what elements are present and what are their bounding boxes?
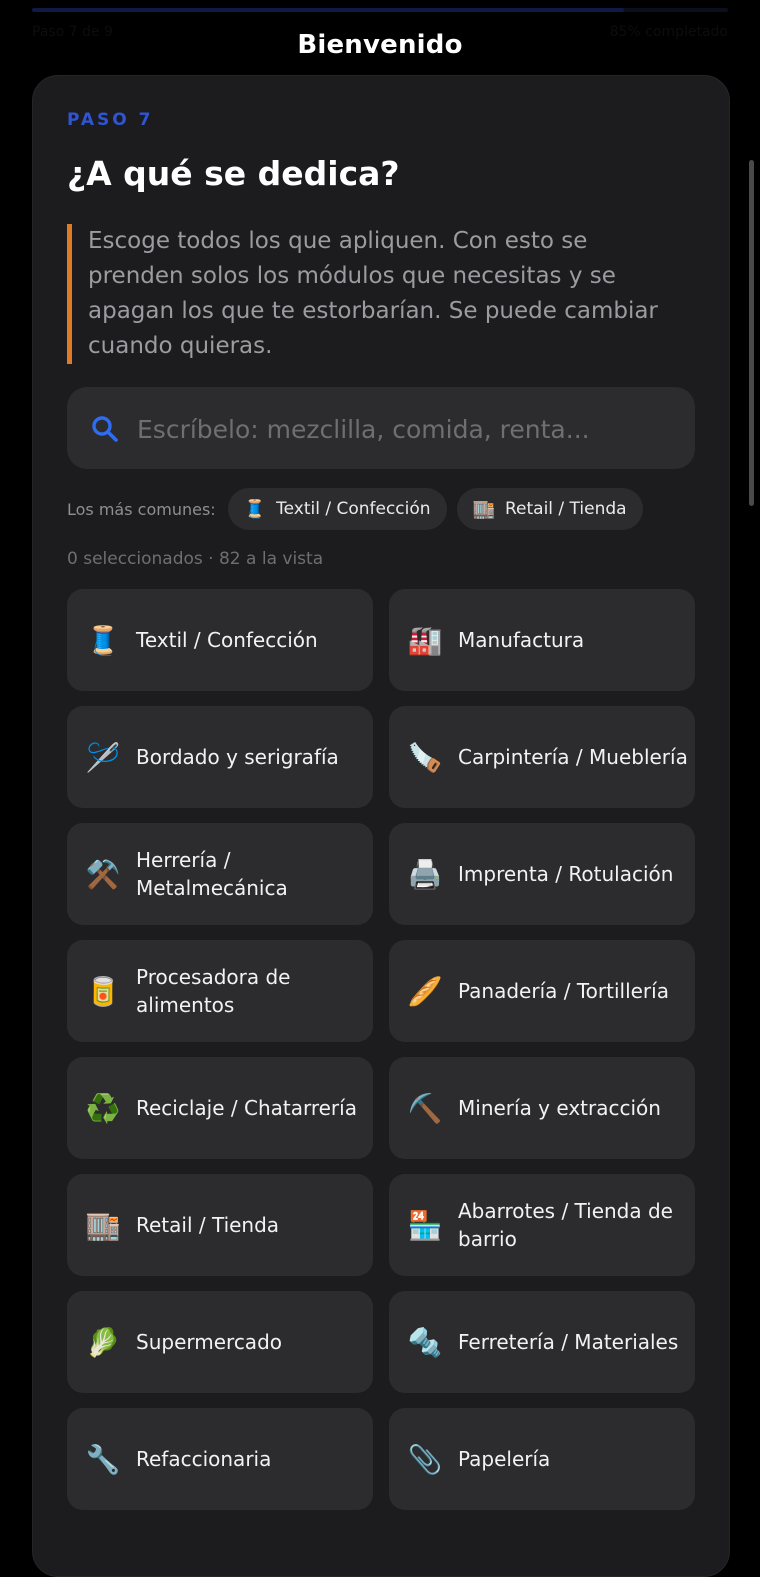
chip-label: Textil / Confección — [276, 499, 431, 519]
industry-label: Ferretería / Materiales — [458, 1330, 679, 1354]
step-question: ¿A qué se dedica? — [67, 154, 400, 193]
industry-label: Reciclaje / Chatarrería — [136, 1096, 357, 1120]
industry-procesadora[interactable]: 🥫 Procesadora de alimentos — [67, 940, 373, 1042]
industry-grid: 🧵 Textil / Confección 🏭 Manufactura 🪡 Bo… — [67, 589, 695, 1510]
department-store-icon: 🏬 — [472, 498, 495, 520]
chip-retail[interactable]: 🏬 Retail / Tienda — [456, 488, 643, 530]
industry-refaccionaria[interactable]: 🔧 Refaccionaria — [67, 1408, 373, 1510]
industry-ferreteria[interactable]: 🔩 Ferretería / Materiales — [389, 1291, 695, 1393]
industry-label: Refaccionaria — [136, 1447, 272, 1471]
hint-text: Escoge todos los que apliquen. Con esto … — [88, 228, 658, 359]
industry-carpinteria[interactable]: 🪚 Carpintería / Mueblería — [389, 706, 695, 808]
leafy-green-icon: 🥬 — [85, 1325, 121, 1359]
sewing-needle-icon: 🪡 — [85, 740, 121, 774]
industry-supermercado[interactable]: 🥬 Supermercado — [67, 1291, 373, 1393]
search-input[interactable] — [135, 387, 679, 471]
industry-bordado[interactable]: 🪡 Bordado y serigrafía — [67, 706, 373, 808]
thread-icon: 🧵 — [243, 498, 267, 520]
industry-abarrotes[interactable]: 🏪 Abarrotes / Tienda de barrio — [389, 1174, 695, 1276]
industry-label: Herrería / Metalmecánica — [136, 848, 288, 900]
industry-manufactura[interactable]: 🏭 Manufactura — [389, 589, 695, 691]
industry-label: Bordado y serigrafía — [136, 745, 339, 769]
pickaxe-icon: ⛏️ — [407, 1091, 443, 1125]
scrollbar[interactable] — [749, 160, 754, 506]
industry-panaderia[interactable]: 🥖 Panadería / Tortillería — [389, 940, 695, 1042]
common-label: Los más comunes: — [67, 499, 216, 519]
industry-mineria[interactable]: ⛏️ Minería y extracción — [389, 1057, 695, 1159]
industry-label: Papelería — [458, 1447, 551, 1471]
hammer-pick-icon: ⚒️ — [85, 857, 121, 891]
step-card: PASO 7 ¿A qué se dedica? Escoge todos lo… — [32, 75, 730, 1577]
nut-bolt-icon: 🔩 — [407, 1325, 443, 1359]
industry-label: Minería y extracción — [458, 1096, 661, 1120]
industry-textil[interactable]: 🧵 Textil / Confección — [67, 589, 373, 691]
industry-label: Carpintería / Mueblería — [458, 745, 688, 769]
selection-count: 0 seleccionados · 82 a la vista — [67, 549, 324, 569]
industry-label: Procesadora de alimentos — [136, 965, 291, 1017]
chip-label: Retail / Tienda — [504, 499, 627, 519]
industry-label: Retail / Tienda — [136, 1213, 280, 1237]
step-label: PASO 7 — [67, 110, 154, 130]
industry-papeleria[interactable]: 📎 Papelería — [389, 1408, 695, 1510]
search-box[interactable] — [67, 387, 695, 471]
recycle-icon: ♻️ — [85, 1091, 121, 1125]
industry-label: Abarrotes / Tienda de barrio — [458, 1199, 673, 1251]
printer-icon: 🖨️ — [407, 857, 443, 891]
department-store-icon: 🏬 — [85, 1208, 121, 1242]
industry-reciclaje[interactable]: ♻️ Reciclaje / Chatarrería — [67, 1057, 373, 1159]
convenience-store-icon: 🏪 — [407, 1208, 443, 1242]
industry-retail[interactable]: 🏬 Retail / Tienda — [67, 1174, 373, 1276]
search-icon — [92, 416, 118, 442]
factory-icon: 🏭 — [407, 623, 443, 657]
wrench-icon: 🔧 — [85, 1442, 121, 1476]
hint-callout: Escoge todos los que apliquen. Con esto … — [67, 224, 688, 364]
chip-textil[interactable]: 🧵 Textil / Confección — [227, 488, 447, 530]
industry-label: Supermercado — [136, 1330, 282, 1354]
industry-label: Textil / Confección — [136, 628, 318, 652]
industry-herreria[interactable]: ⚒️ Herrería / Metalmecánica — [67, 823, 373, 925]
paperclip-icon: 📎 — [407, 1442, 443, 1476]
industry-label: Imprenta / Rotulación — [458, 862, 674, 886]
canned-food-icon: 🥫 — [85, 974, 121, 1008]
saw-icon: 🪚 — [407, 740, 443, 774]
thread-icon: 🧵 — [85, 623, 121, 657]
industry-label: Panadería / Tortillería — [458, 979, 669, 1003]
industry-label: Manufactura — [458, 628, 585, 652]
baguette-icon: 🥖 — [407, 974, 443, 1008]
page-title: Bienvenido — [297, 30, 463, 60]
progress-bar — [32, 8, 728, 12]
common-industries: Los más comunes: 🧵 Textil / Confección 🏬… — [67, 487, 653, 531]
industry-imprenta[interactable]: 🖨️ Imprenta / Rotulación — [389, 823, 695, 925]
progress-bar-fill — [32, 8, 624, 12]
